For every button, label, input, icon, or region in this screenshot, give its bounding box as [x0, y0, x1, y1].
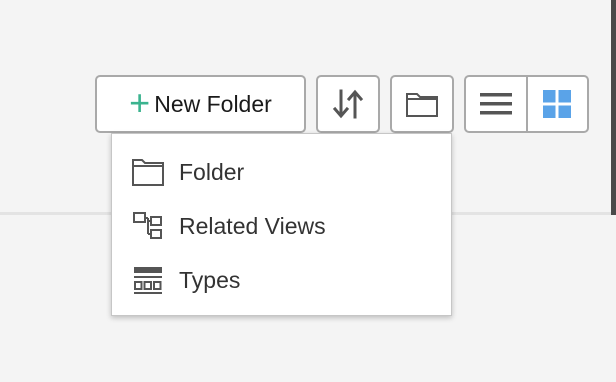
folder-icon: [131, 155, 165, 189]
grid-view-icon: [543, 90, 572, 118]
menu-item-types[interactable]: Types: [112, 253, 451, 307]
window-edge: [611, 0, 616, 215]
new-folder-dropdown: Folder Related Views Types: [111, 133, 452, 316]
types-icon: [131, 263, 165, 297]
menu-item-label: Related Views: [179, 212, 326, 239]
related-views-icon: [131, 209, 165, 243]
folder-button[interactable]: [390, 75, 454, 133]
sort-button[interactable]: [316, 75, 380, 133]
sort-arrows-icon: [332, 89, 364, 119]
new-folder-label: New Folder: [154, 90, 272, 117]
menu-item-label: Types: [179, 266, 241, 293]
list-view-icon: [479, 93, 512, 115]
menu-item-folder[interactable]: Folder: [112, 145, 451, 199]
grid-view-button[interactable]: [525, 77, 588, 131]
new-folder-button[interactable]: + New Folder: [95, 75, 306, 133]
menu-item-label: Folder: [179, 158, 245, 185]
list-view-button[interactable]: [466, 77, 526, 131]
plus-icon: +: [129, 81, 151, 123]
menu-item-related-views[interactable]: Related Views: [112, 199, 451, 253]
view-toggle: [464, 75, 589, 133]
folder-icon: [406, 93, 438, 117]
